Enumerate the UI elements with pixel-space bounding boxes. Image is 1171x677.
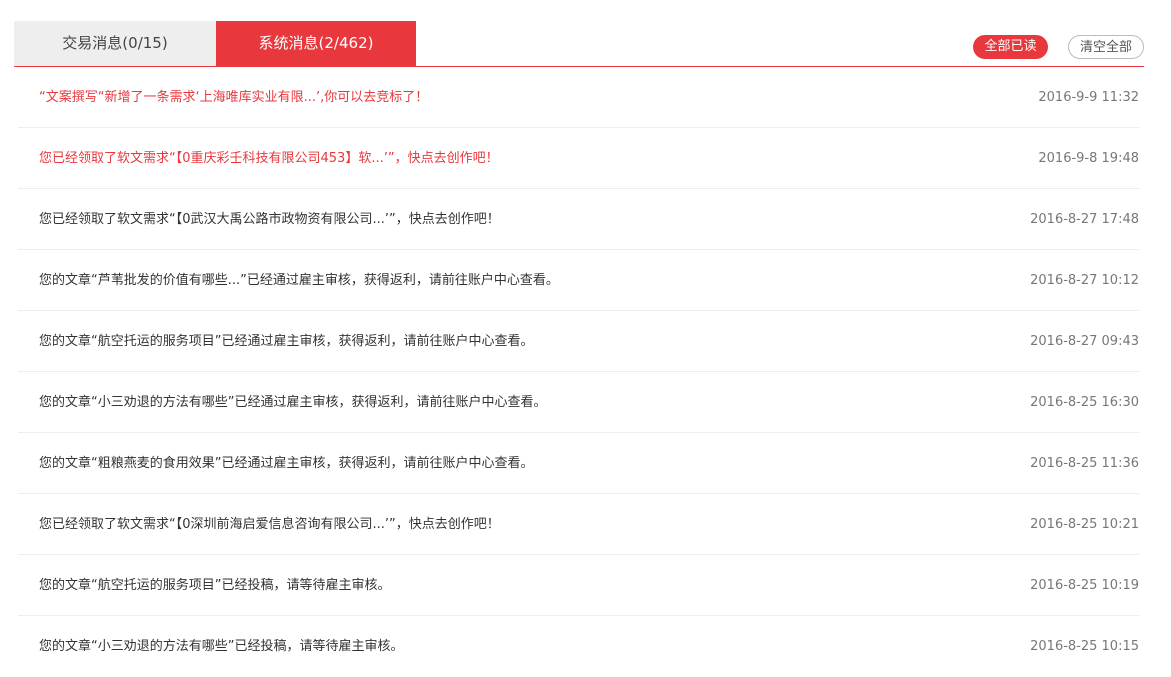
message-row: 您已经领取了软文需求“【0重庆彩壬科技有限公司453】软...’”，快点去创作吧… (18, 128, 1139, 189)
message-row: 您的文章“航空托运的服务项目”已经投稿，请等待雇主审核。 2016-8-25 1… (18, 555, 1139, 616)
message-row: 您的文章“小三劝退的方法有哪些”已经投稿，请等待雇主审核。 2016-8-25 … (18, 616, 1139, 677)
message-text[interactable]: 您的文章“芦苇批发的价值有哪些...”已经通过雇主审核，获得返利，请前往账户中心… (39, 250, 559, 311)
message-text[interactable]: 您的文章“粗粮燕麦的食用效果”已经通过雇主审核，获得返利，请前往账户中心查看。 (39, 433, 533, 494)
message-time: 2016-8-25 16:30 (1030, 395, 1139, 410)
message-text[interactable]: “文案撰写“新增了一条需求‘上海唯库实业有限...’,你可以去竞标了！ (39, 67, 428, 128)
message-row: “文案撰写“新增了一条需求‘上海唯库实业有限...’,你可以去竞标了！ 2016… (18, 67, 1139, 128)
tab-trade-messages[interactable]: 交易消息(0/15) (14, 21, 216, 66)
message-text[interactable]: 您的文章“航空托运的服务项目”已经通过雇主审核，获得返利，请前往账户中心查看。 (39, 311, 533, 372)
message-time: 2016-8-25 10:19 (1030, 578, 1139, 593)
message-text[interactable]: 您已经领取了软文需求“【0重庆彩壬科技有限公司453】软...’”，快点去创作吧… (39, 128, 499, 189)
message-row: 您已经领取了软文需求“【0武汉大禹公路市政物资有限公司...’”，快点去创作吧！… (18, 189, 1139, 250)
message-time: 2016-8-25 10:21 (1030, 517, 1139, 532)
message-text[interactable]: 您的文章“小三劝退的方法有哪些”已经投稿，请等待雇主审核。 (39, 616, 403, 677)
message-text[interactable]: 您已经领取了软文需求“【0武汉大禹公路市政物资有限公司...’”，快点去创作吧！ (39, 189, 500, 250)
message-time: 2016-8-27 17:48 (1030, 212, 1139, 227)
clear-all-button[interactable]: 清空全部 (1068, 35, 1144, 59)
message-row: 您的文章“粗粮燕麦的食用效果”已经通过雇主审核，获得返利，请前往账户中心查看。 … (18, 433, 1139, 494)
message-list: “文案撰写“新增了一条需求‘上海唯库实业有限...’,你可以去竞标了！ 2016… (18, 67, 1139, 677)
message-time: 2016-8-27 09:43 (1030, 334, 1139, 349)
message-time: 2016-9-9 11:32 (1038, 90, 1139, 105)
message-text[interactable]: 您已经领取了软文需求“【0深圳前海启爱信息咨询有限公司...’”，快点去创作吧！ (39, 494, 500, 555)
message-row: 您的文章“芦苇批发的价值有哪些...”已经通过雇主审核，获得返利，请前往账户中心… (18, 250, 1139, 311)
message-time: 2016-8-27 10:12 (1030, 273, 1139, 288)
message-time: 2016-8-25 11:36 (1030, 456, 1139, 471)
message-row: 您的文章“航空托运的服务项目”已经通过雇主审核，获得返利，请前往账户中心查看。 … (18, 311, 1139, 372)
message-row: 您的文章“小三劝退的方法有哪些”已经通过雇主审核，获得返利，请前往账户中心查看。… (18, 372, 1139, 433)
message-tabs: 交易消息(0/15) 系统消息(2/462) 全部已读 清空全部 (14, 21, 1144, 67)
tab-system-messages[interactable]: 系统消息(2/462) (216, 21, 416, 66)
message-text[interactable]: 您的文章“小三劝退的方法有哪些”已经通过雇主审核，获得返利，请前往账户中心查看。 (39, 372, 546, 433)
message-time: 2016-9-8 19:48 (1038, 151, 1139, 166)
message-time: 2016-8-25 10:15 (1030, 639, 1139, 654)
mark-all-read-button[interactable]: 全部已读 (973, 35, 1048, 59)
message-text[interactable]: 您的文章“航空托运的服务项目”已经投稿，请等待雇主审核。 (39, 555, 390, 616)
message-row: 您已经领取了软文需求“【0深圳前海启爱信息咨询有限公司...’”，快点去创作吧！… (18, 494, 1139, 555)
